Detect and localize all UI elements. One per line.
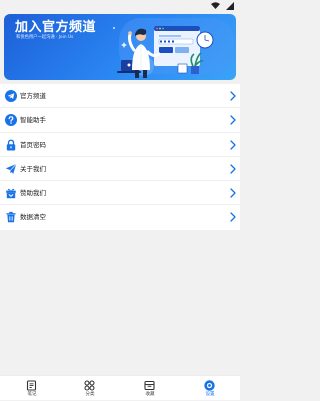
trash-icon (6, 212, 16, 223)
menu-item-about-us[interactable]: 关于我们 (0, 157, 240, 182)
menu-item-label: 赞助我们 (20, 189, 46, 198)
chevron-right-icon (230, 188, 236, 198)
join-channel-banner[interactable]: 加入官方频道 和悦色用户一起沟通 · Join Us (4, 14, 236, 80)
wifi-icon (211, 2, 220, 9)
tab-notes[interactable]: 笔记 (12, 376, 52, 401)
tab-label: 设置 (205, 392, 215, 397)
note-icon (26, 380, 37, 391)
menu-item-label: 关于我们 (20, 164, 46, 173)
tab-categories[interactable]: 分类 (70, 376, 110, 401)
paper-plane-icon (5, 163, 17, 174)
tab-label: 分类 (85, 392, 95, 397)
menu-item-clear-data[interactable]: 数据清空 (0, 205, 240, 229)
chevron-right-icon (230, 139, 236, 150)
banner-subtitle: 和悦色用户一起沟通 · Join Us (16, 35, 74, 40)
chevron-right-icon (230, 115, 236, 125)
tab-favorites[interactable]: 收藏 (130, 376, 170, 401)
menu-item-label: 数据清空 (20, 213, 46, 222)
menu-item-home-password[interactable]: 首页密码 (0, 133, 240, 157)
tab-label: 笔记 (27, 392, 37, 397)
menu-item-label: 智能助手 (20, 116, 46, 125)
grid-icon (84, 380, 95, 391)
menu-item-label: 官方频道 (20, 92, 46, 100)
tab-label: 收藏 (145, 392, 155, 397)
menu-item-label: 首页密码 (20, 140, 46, 149)
settings-menu: 官方频道 智能助手 首页密码 关于我们 赞助我们 数据清空 (0, 84, 240, 230)
settings-icon (204, 380, 215, 391)
menu-item-sponsor-us[interactable]: 赞助我们 (0, 181, 240, 206)
archive-box-icon (144, 380, 155, 391)
banner-title: 加入官方频道 (15, 20, 97, 35)
battery-icon (226, 2, 234, 10)
telegram-official-icon (5, 90, 17, 102)
menu-item-official-channel[interactable]: 官方频道 (0, 84, 240, 109)
status-bar (0, 0, 240, 12)
chevron-right-icon (230, 212, 236, 223)
lock-icon (6, 139, 16, 151)
bottom-tab-bar: 笔记 分类 收藏 设置 (0, 375, 240, 400)
chevron-right-icon (230, 91, 236, 101)
menu-item-assistant[interactable]: 智能助手 (0, 108, 240, 133)
help-icon (5, 114, 17, 127)
chevron-right-icon (230, 164, 236, 174)
gift-icon (6, 189, 16, 199)
tab-settings[interactable]: 设置 (190, 376, 230, 401)
